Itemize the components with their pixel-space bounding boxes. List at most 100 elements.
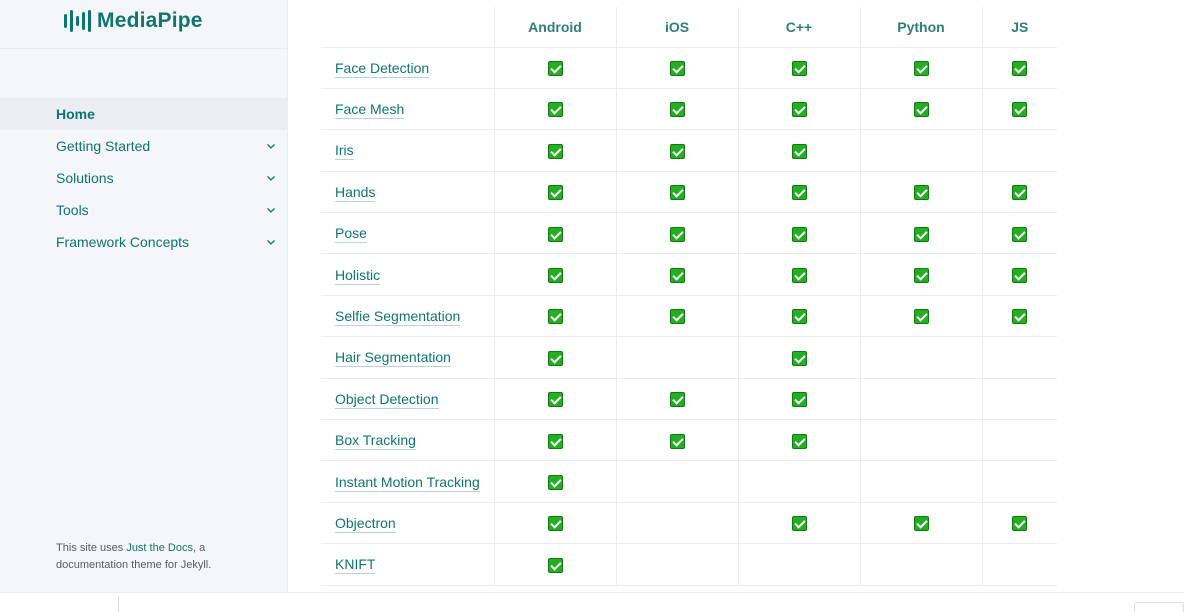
support-cell-python (860, 171, 983, 214)
solution-link-knift[interactable]: KNIFT (335, 556, 376, 575)
support-cell-android (494, 295, 617, 338)
sidebar-item-home[interactable]: Home (0, 98, 288, 130)
column-header-js: JS (982, 7, 1057, 48)
table-row: Iris (321, 129, 1057, 172)
just-the-docs-link[interactable]: Just the Docs (126, 542, 193, 554)
solution-link-iris[interactable]: Iris (335, 142, 354, 161)
bottom-right-control[interactable] (1134, 602, 1184, 612)
solution-link-face-detection[interactable]: Face Detection (335, 59, 430, 78)
white-heavy-check-mark-icon (913, 226, 929, 242)
white-heavy-check-mark-icon (1012, 102, 1028, 118)
chevron-down-icon[interactable] (266, 141, 276, 151)
solution-link-object-detection[interactable]: Object Detection (335, 390, 439, 409)
support-cell-cpp (738, 378, 861, 421)
table-row: Object Detection (321, 378, 1057, 421)
support-cell-cpp (738, 212, 861, 255)
white-heavy-check-mark-icon (547, 433, 563, 449)
white-heavy-check-mark-icon (913, 268, 929, 284)
support-cell-android (494, 129, 617, 172)
solution-link-instant-motion-tracking[interactable]: Instant Motion Tracking (335, 473, 480, 492)
support-cell-python (860, 336, 983, 379)
header-divider (0, 48, 288, 49)
chevron-down-icon[interactable] (266, 237, 276, 247)
solution-cell: Instant Motion Tracking (321, 460, 495, 503)
support-cell-cpp (738, 336, 861, 379)
column-header-ios: iOS (616, 7, 739, 48)
table-row: Selfie Segmentation (321, 295, 1057, 338)
sidebar-item-label: Framework Concepts (56, 234, 190, 250)
solution-cell: Face Mesh (321, 88, 495, 131)
solution-link-pose[interactable]: Pose (335, 225, 367, 244)
support-cell-ios (616, 295, 739, 338)
white-heavy-check-mark-icon (669, 309, 685, 325)
chevron-down-icon[interactable] (266, 205, 276, 215)
white-heavy-check-mark-icon (913, 516, 929, 532)
white-heavy-check-mark-icon (1012, 268, 1028, 284)
table-row: Holistic (321, 253, 1057, 296)
support-cell-python (860, 253, 983, 296)
white-heavy-check-mark-icon (1012, 516, 1028, 532)
solution-link-box-tracking[interactable]: Box Tracking (335, 432, 416, 451)
white-heavy-check-mark-icon (669, 61, 685, 77)
sidebar-item-label: Solutions (56, 170, 114, 186)
support-cell-js (982, 295, 1057, 338)
table-row: KNIFT (321, 543, 1057, 586)
mediapipe-logo-icon (64, 9, 91, 33)
support-cell-python (860, 212, 983, 255)
sidebar-item-solutions[interactable]: Solutions (0, 162, 288, 194)
solution-link-holistic[interactable]: Holistic (335, 266, 381, 285)
support-cell-android (494, 47, 617, 89)
white-heavy-check-mark-icon (1012, 226, 1028, 242)
support-cell-js (982, 336, 1057, 379)
support-cell-android (494, 378, 617, 421)
support-cell-cpp (738, 502, 861, 545)
table-row: Box Tracking (321, 419, 1057, 462)
white-heavy-check-mark-icon (547, 350, 563, 366)
support-cell-cpp (738, 253, 861, 296)
support-cell-ios (616, 253, 739, 296)
support-cell-python (860, 295, 983, 338)
white-heavy-check-mark-icon (669, 268, 685, 284)
solution-link-face-mesh[interactable]: Face Mesh (335, 101, 405, 120)
column-header-python: Python (860, 7, 983, 48)
white-heavy-check-mark-icon (791, 268, 807, 284)
sidebar-item-getting-started[interactable]: Getting Started (0, 130, 288, 162)
table-row: Hair Segmentation (321, 336, 1057, 379)
solution-cell: Face Detection (321, 47, 495, 89)
support-cell-ios (616, 460, 739, 503)
site-logo[interactable]: MediaPipe (64, 6, 203, 36)
white-heavy-check-mark-icon (791, 392, 807, 408)
solution-link-objectron[interactable]: Objectron (335, 514, 396, 533)
support-cell-android (494, 419, 617, 462)
solution-cell: Objectron (321, 502, 495, 545)
solution-link-hands[interactable]: Hands (335, 183, 376, 202)
white-heavy-check-mark-icon (913, 102, 929, 118)
bottom-divider (118, 596, 119, 612)
solution-link-selfie-segmentation[interactable]: Selfie Segmentation (335, 308, 461, 327)
support-cell-cpp (738, 460, 861, 503)
support-cell-cpp (738, 543, 861, 586)
support-cell-ios (616, 543, 739, 586)
white-heavy-check-mark-icon (1012, 61, 1028, 77)
support-cell-js (982, 129, 1057, 172)
support-cell-cpp (738, 419, 861, 462)
white-heavy-check-mark-icon (669, 226, 685, 242)
chevron-down-icon[interactable] (266, 173, 276, 183)
white-heavy-check-mark-icon (791, 102, 807, 118)
sidebar-item-tools[interactable]: Tools (0, 194, 288, 226)
support-cell-python (860, 129, 983, 172)
solution-cell: Iris (321, 129, 495, 172)
white-heavy-check-mark-icon (791, 226, 807, 242)
support-cell-js (982, 212, 1057, 255)
sidebar-item-framework-concepts[interactable]: Framework Concepts (0, 226, 288, 258)
support-cell-python (860, 47, 983, 89)
support-cell-js (982, 171, 1057, 214)
support-cell-python (860, 502, 983, 545)
support-cell-js (982, 378, 1057, 421)
solution-cell: KNIFT (321, 543, 495, 586)
solution-cell: Hair Segmentation (321, 336, 495, 379)
support-cell-python (860, 419, 983, 462)
support-cell-android (494, 543, 617, 586)
solution-link-hair-segmentation[interactable]: Hair Segmentation (335, 349, 451, 368)
support-cell-js (982, 460, 1057, 503)
